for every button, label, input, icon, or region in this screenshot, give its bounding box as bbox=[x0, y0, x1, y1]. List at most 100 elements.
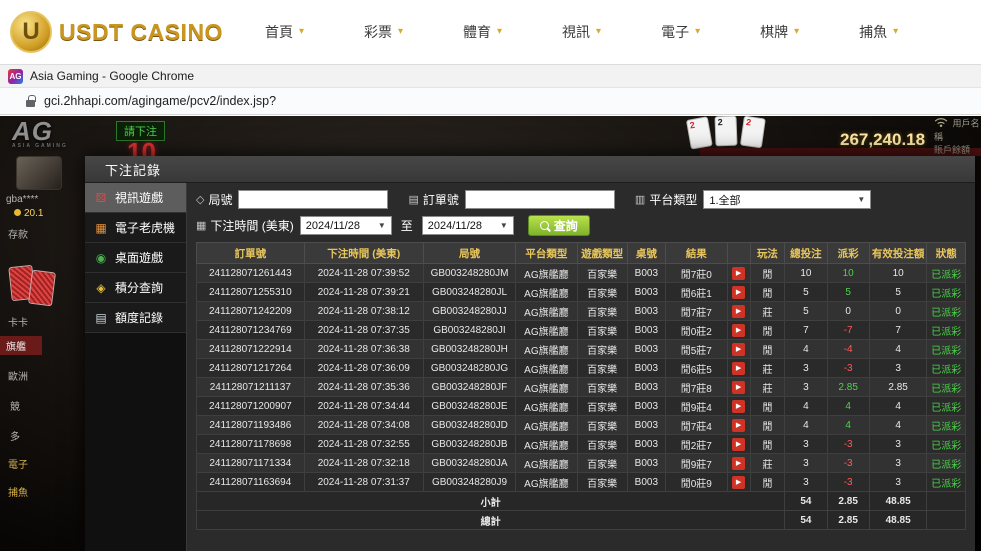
chrome-addressbar[interactable]: gci.2hhapi.com/agingame/pcv2/index.jsp? bbox=[0, 88, 981, 115]
col-result: 結果 bbox=[666, 243, 728, 264]
nav-item-label: 視訊 bbox=[562, 22, 590, 42]
col-play: 玩法 bbox=[750, 243, 785, 264]
cell-table: B003 bbox=[627, 321, 665, 340]
subtotal-valid: 48.85 bbox=[869, 492, 927, 511]
order-number-input[interactable] bbox=[465, 190, 615, 209]
nav-item[interactable]: 電子 ▾ bbox=[661, 22, 700, 42]
cell-payout: -4 bbox=[827, 340, 869, 359]
play-video-button[interactable]: ▶ bbox=[732, 267, 745, 280]
nav-item[interactable]: 體育 ▾ bbox=[463, 22, 502, 42]
cell-table: B003 bbox=[627, 302, 665, 321]
url-text[interactable]: gci.2hhapi.com/agingame/pcv2/index.jsp? bbox=[44, 94, 276, 108]
cell-time: 2024-11-28 07:35:36 bbox=[304, 378, 423, 397]
sidebar-item[interactable]: ▦ 電子老虎機 bbox=[85, 213, 186, 243]
platform-type-value: 1.全部 bbox=[709, 192, 740, 208]
lobby-fragment-label: 電子 bbox=[8, 456, 28, 471]
query-button[interactable]: 查詢 bbox=[528, 215, 590, 236]
play-video-button[interactable]: ▶ bbox=[732, 457, 745, 470]
cell-result: 閒9莊4 bbox=[666, 397, 728, 416]
cell-round: GB003248280JG bbox=[423, 359, 515, 378]
col-platform: 平台類型 bbox=[516, 243, 578, 264]
lobby-fragment-label: 歐洲 bbox=[8, 368, 28, 383]
cell-platform: AG旗艦廳 bbox=[516, 302, 578, 321]
play-video-button[interactable]: ▶ bbox=[732, 324, 745, 337]
play-video-button[interactable]: ▶ bbox=[732, 419, 745, 432]
cell-valid: 5 bbox=[869, 283, 927, 302]
cell-valid: 4 bbox=[869, 397, 927, 416]
round-number-input[interactable] bbox=[238, 190, 388, 209]
nav-item[interactable]: 彩票 ▾ bbox=[364, 22, 403, 42]
credit-record-icon: ▤ bbox=[94, 311, 108, 325]
cell-result: 閒7莊8 bbox=[666, 378, 728, 397]
site-header: U USDT CASINO 首頁 ▾ 彩票 ▾ 體育 ▾ 視訊 ▾ bbox=[0, 0, 981, 64]
cell-bet: 3 bbox=[785, 435, 827, 454]
cell-order: 241128071242209 bbox=[197, 302, 305, 321]
play-video-button[interactable]: ▶ bbox=[732, 305, 745, 318]
play-icon: ▶ bbox=[736, 327, 741, 334]
cell-replay: ▶ bbox=[727, 416, 750, 435]
cell-result: 閒6莊5 bbox=[666, 359, 728, 378]
date-to-picker[interactable]: 2024/11/28 ▼ bbox=[422, 216, 514, 235]
nav-item[interactable]: 棋牌 ▾ bbox=[760, 22, 799, 42]
col-status: 狀態 bbox=[927, 243, 966, 264]
cell-table: B003 bbox=[627, 397, 665, 416]
cell-game: 百家樂 bbox=[577, 302, 627, 321]
sidebar-item[interactable]: ◉ 桌面遊戲 bbox=[85, 243, 186, 273]
cell-table: B003 bbox=[627, 283, 665, 302]
lock-icon[interactable] bbox=[26, 100, 35, 107]
play-video-button[interactable]: ▶ bbox=[732, 343, 745, 356]
play-icon: ▶ bbox=[736, 308, 741, 315]
cell-order: 241128071255310 bbox=[197, 283, 305, 302]
cell-payout: 4 bbox=[827, 416, 869, 435]
table-row: 241128071222914 2024-11-28 07:36:38 GB00… bbox=[197, 340, 966, 359]
nav-item[interactable]: 捕魚 ▾ bbox=[859, 22, 898, 42]
sidebar-item[interactable]: ▤ 額度記錄 bbox=[85, 303, 186, 333]
cell-replay: ▶ bbox=[727, 302, 750, 321]
cell-valid: 3 bbox=[869, 473, 927, 492]
cell-time: 2024-11-28 07:36:38 bbox=[304, 340, 423, 359]
play-icon: ▶ bbox=[736, 365, 741, 372]
col-round: 局號 bbox=[423, 243, 515, 264]
platform-type-select[interactable]: 1.全部 ▼ bbox=[703, 190, 871, 209]
col-time: 下注時間 (美東) bbox=[304, 243, 423, 264]
cell-result: 閒2莊7 bbox=[666, 435, 728, 454]
cell-play: 莊 bbox=[750, 302, 785, 321]
points-diamond-icon: ◈ bbox=[94, 281, 108, 295]
cell-platform: AG旗艦廳 bbox=[516, 473, 578, 492]
table-row: 241128071211137 2024-11-28 07:35:36 GB00… bbox=[197, 378, 966, 397]
cell-valid: 0 bbox=[869, 302, 927, 321]
nav-item[interactable]: 視訊 ▾ bbox=[562, 22, 601, 42]
cell-valid: 3 bbox=[869, 435, 927, 454]
play-icon: ▶ bbox=[736, 403, 741, 410]
cell-game: 百家樂 bbox=[577, 473, 627, 492]
play-video-button[interactable]: ▶ bbox=[732, 381, 745, 394]
total-status-empty bbox=[927, 511, 966, 530]
play-video-button[interactable]: ▶ bbox=[732, 438, 745, 451]
cell-round: GB003248280JE bbox=[423, 397, 515, 416]
cell-replay: ▶ bbox=[727, 454, 750, 473]
chevron-down-icon: ▾ bbox=[794, 27, 799, 37]
dropdown-arrow-icon: ▼ bbox=[378, 221, 386, 230]
site-logo[interactable]: U USDT CASINO bbox=[10, 11, 223, 53]
table-header-row: 訂單號 下注時間 (美東) 局號 平台類型 遊戲類型 桌號 結果 玩法 總投注 … bbox=[197, 243, 966, 264]
cell-play: 莊 bbox=[750, 359, 785, 378]
cell-order: 241128071222914 bbox=[197, 340, 305, 359]
lobby-fragment-label: 卡卡 bbox=[8, 314, 28, 329]
chrome-titlebar: AG Asia Gaming - Google Chrome bbox=[0, 64, 981, 88]
date-from-picker[interactable]: 2024/11/28 ▼ bbox=[300, 216, 392, 235]
cell-table: B003 bbox=[627, 359, 665, 378]
play-video-button[interactable]: ▶ bbox=[732, 400, 745, 413]
play-video-button[interactable]: ▶ bbox=[732, 286, 745, 299]
cell-table: B003 bbox=[627, 435, 665, 454]
play-video-button[interactable]: ▶ bbox=[732, 476, 745, 489]
sidebar-item[interactable]: ◈ 積分查詢 bbox=[85, 273, 186, 303]
nav-item-label: 電子 bbox=[661, 22, 689, 42]
table-row: 241128071261443 2024-11-28 07:39:52 GB00… bbox=[197, 264, 966, 283]
play-video-button[interactable]: ▶ bbox=[732, 362, 745, 375]
cell-game: 百家樂 bbox=[577, 283, 627, 302]
sidebar-item-label: 桌面遊戲 bbox=[115, 249, 163, 266]
site-logo-text: USDT CASINO bbox=[59, 19, 223, 46]
sidebar-item[interactable]: ⚄ 視訊遊戲 bbox=[85, 183, 186, 213]
nav-item[interactable]: 首頁 ▾ bbox=[265, 22, 304, 42]
chevron-down-icon: ▾ bbox=[398, 27, 403, 37]
